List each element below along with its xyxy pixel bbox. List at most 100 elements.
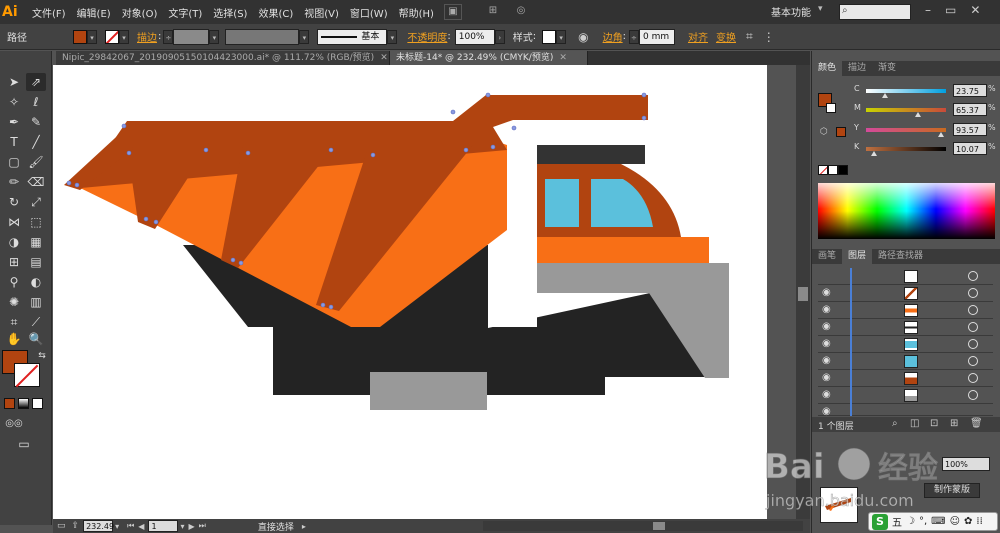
first-artboard-icon[interactable]: ⏮ <box>127 521 134 531</box>
yellow-slider-knob[interactable] <box>938 132 945 137</box>
black-value[interactable]: 10.07 <box>953 142 987 155</box>
layer-row[interactable]: ◉ <box>818 285 993 302</box>
chevron-right-icon[interactable]: ▸ <box>302 522 306 531</box>
corner-radius-field[interactable]: 0 mm <box>638 28 675 45</box>
magenta-value[interactable]: 65.37 <box>953 103 987 116</box>
vertical-scroll-thumb[interactable] <box>798 287 808 301</box>
eye-icon[interactable]: ◉ <box>822 321 831 332</box>
magenta-slider-knob[interactable] <box>915 112 921 117</box>
width-tool-icon[interactable]: ⋈ <box>4 213 24 231</box>
zoom-field[interactable]: 232.49 <box>83 520 114 532</box>
layer-row[interactable] <box>818 268 993 285</box>
layer-row[interactable]: ◉ <box>818 404 993 417</box>
menu-window[interactable]: 窗口(W) <box>350 5 388 20</box>
gamut-swatch[interactable] <box>836 127 846 137</box>
close-icon[interactable]: ✕ <box>380 53 388 63</box>
search-input[interactable]: ⌕ <box>839 4 911 20</box>
tab-gradient[interactable]: 渐变 <box>872 61 902 76</box>
workspace-switcher[interactable]: 基本功能 <box>771 4 811 19</box>
direct-selection-tool-icon[interactable]: ⇗ <box>26 73 46 91</box>
gpu-performance-icon[interactable]: ◎ <box>512 4 530 20</box>
menu-type[interactable]: 文字(T) <box>168 5 202 20</box>
artboard-tool-icon[interactable]: ⌗ <box>4 313 24 331</box>
black-slider[interactable] <box>866 147 946 151</box>
arrange-documents-icon[interactable]: ⊞ <box>484 4 502 20</box>
sogou-logo[interactable]: S <box>872 513 888 530</box>
eye-icon[interactable]: ◉ <box>822 287 831 298</box>
hand-tool-icon[interactable]: ✋ <box>4 330 24 348</box>
tab-color[interactable]: 颜色 <box>812 61 843 76</box>
column-graph-tool-icon[interactable]: ▥ <box>26 293 46 311</box>
gradient-tool-icon[interactable]: ▤ <box>26 253 46 271</box>
next-artboard-icon[interactable]: ▶ <box>188 522 194 531</box>
tab-pathfinder[interactable]: 路径查找器 <box>872 249 929 264</box>
curvature-tool-icon[interactable]: ✎ <box>26 113 46 131</box>
black-swatch[interactable] <box>838 165 848 175</box>
rectangle-tool-icon[interactable]: ▢ <box>4 153 24 171</box>
make-mask-button[interactable]: 制作蒙版 <box>924 483 980 498</box>
stroke-color-box[interactable] <box>14 363 40 387</box>
minimize-icon[interactable]: – <box>925 3 931 17</box>
menu-select[interactable]: 选择(S) <box>213 5 247 20</box>
close-icon[interactable]: ✕ <box>970 3 980 17</box>
free-transform-tool-icon[interactable]: ⬚ <box>26 213 46 231</box>
eye-icon[interactable]: ◉ <box>822 406 831 417</box>
moon-icon[interactable]: ☽ <box>906 516 915 527</box>
perspective-grid-tool-icon[interactable]: ▦ <box>26 233 46 251</box>
yellow-value[interactable]: 93.57 <box>953 123 987 136</box>
brush-definition[interactable]: 基本 <box>317 28 388 45</box>
style-dropdown[interactable]: ▾ <box>556 29 567 44</box>
corner-link[interactable]: 边角 <box>603 29 623 44</box>
layer-row[interactable]: ◉ <box>818 370 993 387</box>
isolate-object-icon[interactable]: ⌗ <box>746 29 753 44</box>
transform-link[interactable]: 变换 <box>716 29 736 44</box>
menu-view[interactable]: 视图(V) <box>304 5 339 20</box>
canvas[interactable] <box>53 65 796 519</box>
tab-layers[interactable]: 图层 <box>842 249 873 264</box>
yellow-slider[interactable] <box>866 128 946 132</box>
recolor-artwork-icon[interactable]: ◉ <box>578 30 588 44</box>
cab-window-left[interactable] <box>545 179 579 227</box>
eraser-tool-icon[interactable]: ⌫ <box>26 173 46 191</box>
menu-help[interactable]: 帮助(H) <box>399 5 434 20</box>
layer-row[interactable]: ◉ <box>818 336 993 353</box>
menu-file[interactable]: 文件(F) <box>32 5 66 20</box>
truck-wheel-block[interactable] <box>370 372 487 410</box>
menu-edit[interactable]: 编辑(E) <box>77 5 111 20</box>
new-layer-icon[interactable]: ⊞ <box>950 418 958 429</box>
fill-dropdown[interactable]: ▾ <box>87 29 97 44</box>
tab-untitled-14[interactable]: 未标题-14* @ 232.49% (CMYK/预览) ✕ <box>390 51 588 65</box>
brush-dropdown[interactable]: ▾ <box>387 29 398 44</box>
opacity-field[interactable]: 100% <box>454 28 495 45</box>
punctuation-icon[interactable]: °, <box>919 516 927 527</box>
profile-dropdown[interactable]: ▾ <box>299 29 310 44</box>
menu-effect[interactable]: 效果(C) <box>258 5 293 20</box>
artboard[interactable] <box>53 65 767 519</box>
eyedropper-tool-icon[interactable]: ⚲ <box>4 273 24 291</box>
shape-builder-tool-icon[interactable]: ◑ <box>4 233 24 251</box>
bridge-icon[interactable]: ▣ <box>443 4 462 20</box>
artboard-number-field[interactable]: 1 <box>148 520 179 532</box>
last-artboard-icon[interactable]: ⏭ <box>199 521 206 531</box>
cyan-value[interactable]: 23.75 <box>953 84 987 97</box>
paintbrush-tool-icon[interactable]: 🖌 <box>26 153 46 171</box>
make-clipping-mask-icon[interactable]: ◫ <box>910 418 919 429</box>
cyan-slider-knob[interactable] <box>882 93 889 98</box>
layer-row[interactable]: ◉ <box>818 387 993 404</box>
opacity-dropdown[interactable]: › <box>494 29 505 44</box>
tab-nipic-document[interactable]: Nipic_29842067_20190905150104423000.ai* … <box>56 51 390 65</box>
tab-stroke[interactable]: 描边 <box>842 61 872 76</box>
share-icon[interactable]: ⇪ <box>72 521 80 531</box>
delete-layer-icon[interactable]: 🗑 <box>970 418 983 429</box>
scale-tool-icon[interactable]: ⤢ <box>26 193 46 211</box>
none-mode-swatch[interactable] <box>32 398 43 409</box>
type-tool-icon[interactable]: T <box>4 133 24 151</box>
new-sublayer-icon[interactable]: ⊡ <box>930 418 938 429</box>
line-tool-icon[interactable]: ╱ <box>26 133 46 151</box>
stroke-weight-field[interactable] <box>173 28 210 45</box>
keyboard-icon[interactable]: ⌨ <box>931 516 945 527</box>
gradient-mode-swatch[interactable] <box>18 398 29 409</box>
transparency-opacity-field[interactable]: 100% <box>942 457 990 471</box>
variable-width-profile[interactable] <box>225 28 300 45</box>
chevron-down-icon[interactable]: ▾ <box>180 522 184 531</box>
